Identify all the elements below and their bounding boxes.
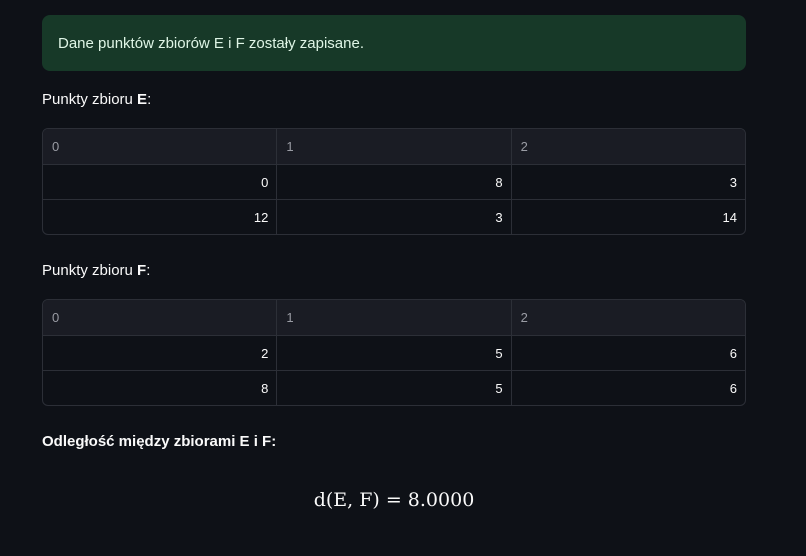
table-row: 12 3 14: [43, 199, 745, 234]
table-cell[interactable]: 5: [276, 371, 510, 405]
table-cell[interactable]: 3: [510, 165, 745, 199]
set-e-heading-prefix: Punkty zbioru: [42, 91, 138, 108]
success-alert-message: Dane punktów zbiorów E i F zostały zapis…: [58, 34, 364, 52]
table-cell[interactable]: 2: [43, 336, 276, 370]
column-header[interactable]: 1: [276, 300, 510, 335]
table-cell[interactable]: 12: [43, 200, 276, 234]
success-alert: Dane punktów zbiorów E i F zostały zapis…: [42, 15, 746, 71]
table-cell[interactable]: 6: [510, 336, 745, 370]
set-f-heading-letter: F: [137, 262, 147, 279]
set-f-heading-suffix: :: [146, 262, 151, 279]
table-row: 0 8 3: [43, 164, 745, 199]
table-header-row: 0 1 2: [43, 300, 745, 335]
set-f-table[interactable]: 0 1 2 2 5 6 8 5 6: [42, 299, 746, 406]
set-e-heading: Punkty zbioru E:: [42, 90, 746, 110]
table-header-row: 0 1 2: [43, 129, 745, 164]
table-cell[interactable]: 14: [510, 200, 745, 234]
column-header[interactable]: 0: [43, 300, 276, 335]
table-cell[interactable]: 8: [43, 371, 276, 405]
set-f-heading-prefix: Punkty zbioru: [42, 262, 138, 279]
set-e-table[interactable]: 0 1 2 0 8 3 12 3 14: [42, 128, 746, 235]
column-header[interactable]: 2: [510, 129, 745, 164]
set-e-heading-letter: E: [137, 91, 148, 108]
set-f-heading: Punkty zbioru F:: [42, 261, 746, 281]
main-content: Dane punktów zbiorów E i F zostały zapis…: [42, 15, 746, 515]
table-cell[interactable]: 6: [510, 371, 745, 405]
distance-formula: d(E, F) = 8.0000: [313, 489, 475, 511]
column-header[interactable]: 0: [43, 129, 276, 164]
set-e-heading-suffix: :: [147, 91, 152, 108]
table-cell[interactable]: 3: [276, 200, 510, 234]
column-header[interactable]: 2: [510, 300, 745, 335]
column-header[interactable]: 1: [276, 129, 510, 164]
distance-heading: Odległość między zbiorami E i F:: [42, 433, 277, 450]
table-cell[interactable]: 8: [276, 165, 510, 199]
table-cell[interactable]: 0: [43, 165, 276, 199]
table-row: 8 5 6: [43, 370, 745, 405]
table-row: 2 5 6: [43, 335, 745, 370]
table-cell[interactable]: 5: [276, 336, 510, 370]
